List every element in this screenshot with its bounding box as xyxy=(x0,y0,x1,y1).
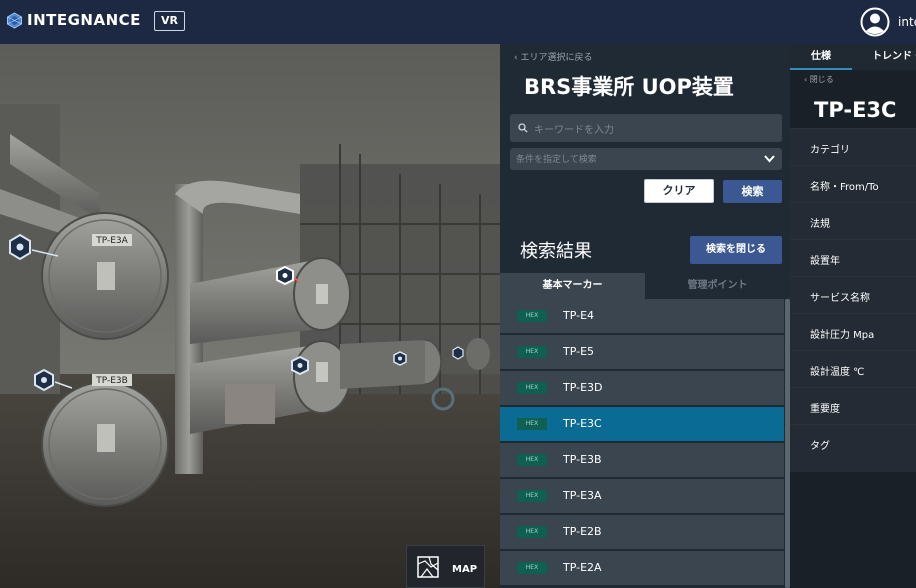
property-label: 設計圧力 Mpa xyxy=(810,330,875,341)
result-label: TP-E3C xyxy=(563,417,602,430)
tab-management-points[interactable]: 管理ポイント xyxy=(645,273,790,299)
hex-badge: HEX xyxy=(517,346,547,358)
map-button[interactable]: MAP xyxy=(406,545,485,588)
property-row: 設計温度 ℃ xyxy=(790,350,916,387)
property-row: サービス名称 xyxy=(790,276,916,313)
property-label: 名称・From/To xyxy=(810,182,879,193)
user-name: inte xyxy=(898,15,916,29)
vessel-label-e3b: TP-E3B xyxy=(95,376,128,386)
result-row[interactable]: HEX TP-E3B xyxy=(500,443,784,477)
hex-badge: HEX xyxy=(517,526,547,538)
result-label: TP-E2B xyxy=(563,525,602,538)
clear-button[interactable]: クリア xyxy=(644,179,714,203)
close-detail-label: 閉じる xyxy=(809,75,834,84)
result-label: TP-E3D xyxy=(563,381,603,394)
property-row: 設計圧力 Mpa xyxy=(790,313,916,350)
result-row[interactable]: HEX TP-E3A xyxy=(500,479,784,513)
map-label: MAP xyxy=(452,564,478,575)
search-panel: ‹ エリア選択に戻る BRS事業所 UOP装置 キーワードを入力 条件を指定して… xyxy=(500,44,790,588)
site-title: BRS事業所 UOP装置 xyxy=(524,75,734,99)
search-button[interactable]: 検索 xyxy=(723,180,782,203)
property-row: カテゴリ xyxy=(790,128,916,165)
brand-name: INTEGNANCE xyxy=(27,11,141,29)
property-label: 重要度 xyxy=(810,404,840,415)
result-row[interactable]: HEX TP-E3D xyxy=(500,371,784,405)
result-list: HEX TP-E4 HEX TP-E5 HEX TP-E3D HEX TP-E3… xyxy=(500,299,784,587)
property-row: 法規 xyxy=(790,202,916,239)
condition-select[interactable]: 条件を指定して検索 xyxy=(510,148,782,170)
property-row: 名称・From/To xyxy=(790,165,916,202)
map-icon xyxy=(417,556,439,578)
tab-trend[interactable]: トレンド・ xyxy=(872,44,916,70)
property-list: カテゴリ 名称・From/To 法規 設置年 サービス名称 設計圧力 Mpa 設… xyxy=(790,128,916,472)
result-row[interactable]: HEX TP-E5 xyxy=(500,335,784,369)
panorama-viewer[interactable]: TP-E3A TP-E3B xyxy=(0,44,500,588)
tab-spec[interactable]: 仕様 xyxy=(790,44,852,70)
property-label: カテゴリ xyxy=(810,145,850,156)
property-row: 設置年 xyxy=(790,239,916,276)
property-label: タグ xyxy=(810,441,830,452)
hex-badge: HEX xyxy=(517,418,547,430)
property-row: 重要度 xyxy=(790,387,916,424)
hex-badge: HEX xyxy=(517,454,547,466)
keyword-placeholder: キーワードを入力 xyxy=(534,125,614,136)
detail-tabs: 仕様 トレンド・ xyxy=(790,44,916,70)
result-row-selected[interactable]: HEX TP-E3C xyxy=(500,407,784,441)
vessel-label-e3a: TP-E3A xyxy=(95,236,128,246)
marker-hex-icon[interactable] xyxy=(291,355,309,376)
hex-badge: HEX xyxy=(517,382,547,394)
condition-placeholder: 条件を指定して検索 xyxy=(516,155,597,165)
result-row[interactable]: HEX TP-E2B xyxy=(500,515,784,549)
result-label: TP-E3B xyxy=(563,453,602,466)
result-row[interactable]: HEX TP-E2A xyxy=(500,551,784,585)
hex-badge: HEX xyxy=(517,562,547,574)
hex-badge: HEX xyxy=(517,490,547,502)
tab-basic-markers[interactable]: 基本マーカー xyxy=(500,273,645,299)
marker-hex-icon[interactable] xyxy=(452,346,464,360)
property-label: サービス名称 xyxy=(810,293,870,304)
user-menu[interactable]: inte xyxy=(860,7,916,37)
property-label: 設置年 xyxy=(810,256,840,267)
back-to-area-label: エリア選択に戻る xyxy=(520,53,593,63)
property-row: タグ xyxy=(790,424,916,472)
hex-badge: HEX xyxy=(517,310,547,322)
results-title: 検索結果 xyxy=(520,241,592,262)
keyword-search-input[interactable]: キーワードを入力 xyxy=(510,114,782,142)
result-row[interactable]: HEX TP-E4 xyxy=(500,299,784,333)
search-icon xyxy=(518,123,528,133)
brand-gem-icon xyxy=(7,11,22,29)
brand-logo[interactable]: INTEGNANCE xyxy=(6,11,141,29)
close-search-button[interactable]: 検索を閉じる xyxy=(690,236,782,264)
result-label: TP-E2A xyxy=(563,561,602,574)
detail-panel: 仕様 トレンド・ ‹ 閉じる TP-E3C カテゴリ 名称・From/To 法規… xyxy=(790,44,916,588)
back-to-area-link[interactable]: ‹ エリア選択に戻る xyxy=(514,50,592,63)
user-avatar-icon xyxy=(860,7,890,37)
panorama-scene: TP-E3A TP-E3B xyxy=(0,44,500,588)
result-label: TP-E3A xyxy=(563,489,602,502)
result-label: TP-E4 xyxy=(563,309,595,322)
close-detail-link[interactable]: ‹ 閉じる xyxy=(804,74,834,85)
chevron-down-icon xyxy=(764,155,775,163)
property-label: 法規 xyxy=(810,219,830,230)
result-tabs: 基本マーカー 管理ポイント xyxy=(500,273,790,299)
app-header: INTEGNANCE VR inte xyxy=(0,0,916,44)
marker-hex-icon[interactable] xyxy=(393,351,407,366)
result-label: TP-E5 xyxy=(563,345,595,358)
vr-mode-badge[interactable]: VR xyxy=(154,11,185,31)
property-label: 設計温度 ℃ xyxy=(810,367,865,378)
detail-title: TP-E3C xyxy=(814,98,897,122)
